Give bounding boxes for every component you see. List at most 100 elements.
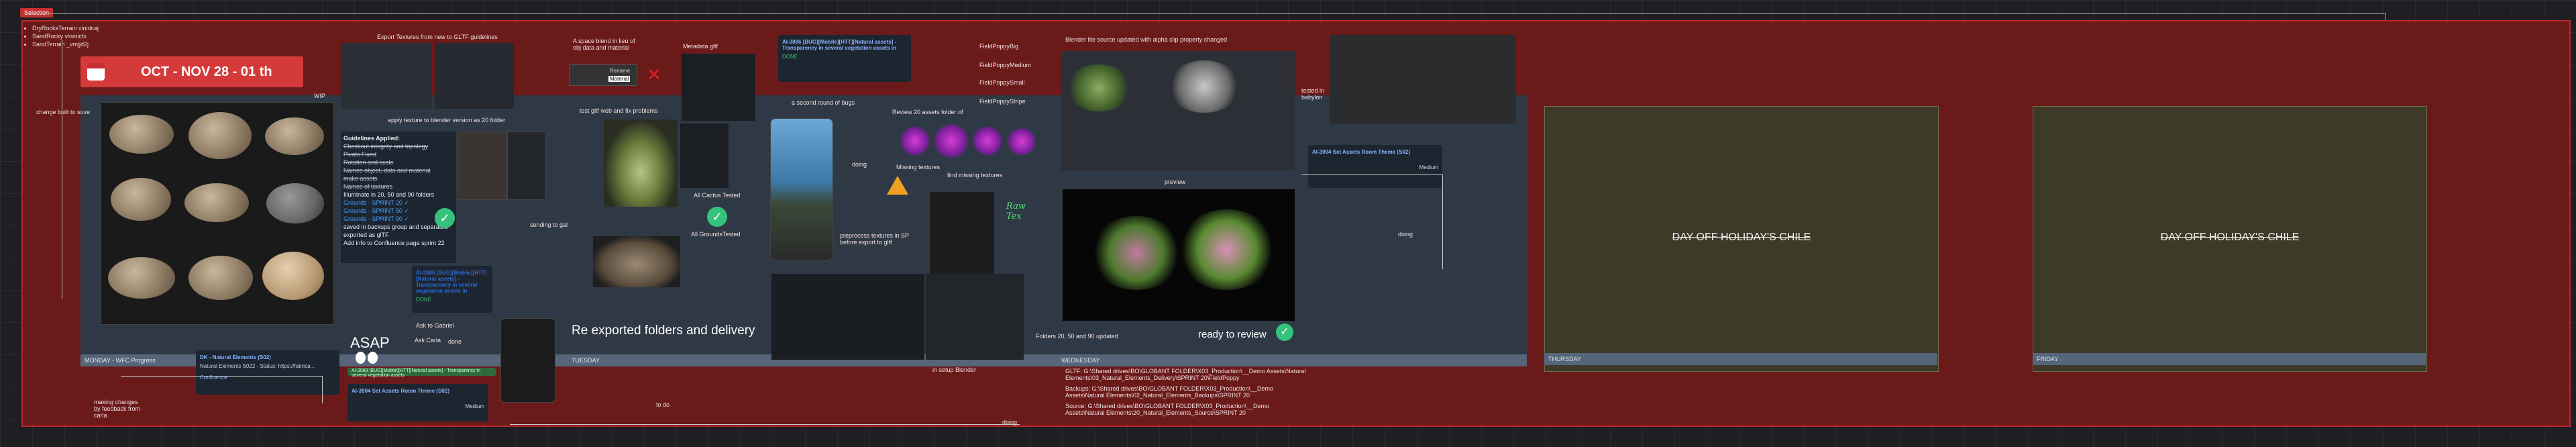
note-wip: WIP xyxy=(314,93,325,99)
poppy-small: FieldPoppySmall xyxy=(979,79,1025,86)
connector xyxy=(1301,175,1443,269)
note-tested-babylon: tested in babylon xyxy=(1301,87,1325,101)
guideline-item: Names of textures xyxy=(343,183,393,190)
holiday-card-thursday[interactable]: DAY OFF HOLIDAY'S CHILE xyxy=(1544,106,1939,372)
asap-label: ASAP xyxy=(350,334,390,351)
ticket-status: DONE xyxy=(416,297,432,303)
set-assets-card-1[interactable]: AI-3904 Set Assets Room Theme (S02) Medi… xyxy=(347,384,488,421)
poppy-render-2 xyxy=(932,123,970,158)
note-all-cactus: All Cactus Tested xyxy=(694,192,741,199)
link-strip[interactable]: AI-3889 [BUG][Mobile][HTT][Natural asset… xyxy=(347,368,496,378)
done-check-icon: ✓ xyxy=(1276,324,1293,341)
material-label[interactable]: Material xyxy=(608,76,631,82)
note-find-missing: find missing textures xyxy=(947,172,1003,179)
rock-texture-grid xyxy=(458,132,507,200)
guideline-item: make assets xyxy=(343,175,378,182)
note-preprocess: preprocess textures in SP before export … xyxy=(840,232,909,246)
done-check-icon: ✓ xyxy=(707,207,727,227)
note-in-setup: in setup Blender xyxy=(932,366,977,373)
note-folders-updated: Folders 20, 50 and 90 updated xyxy=(1036,333,1118,340)
ticket-card-1[interactable]: AI-3886 [BUG][Mobile][HTT][Natural asset… xyxy=(412,266,492,313)
blender-screenshot-2 xyxy=(435,43,514,109)
ticket-title: AI-3886 [BUG][Mobile][HTT][Natural asset… xyxy=(416,270,487,294)
set-assets-title: AI-3904 Set Assets Room Theme (S02) xyxy=(352,388,449,394)
column-thursday-label: THURSDAY xyxy=(1544,353,1937,365)
close-icon: ✕ xyxy=(647,64,661,85)
done-check-icon: ✓ xyxy=(435,208,455,228)
holiday-label: DAY OFF HOLIDAY'S CHILE xyxy=(1672,232,1811,243)
code-panel-2 xyxy=(680,123,729,188)
rock-grid-image xyxy=(101,102,334,325)
poppy-render-4 xyxy=(1006,128,1037,156)
note-ask-carla: Ask Carla xyxy=(415,337,441,344)
ticket-card-2[interactable]: AI-3886 [BUG][Mobile][HTT][Natural asset… xyxy=(778,35,911,82)
path-source: Source: G:\Shared drives\BO\GLOBANT FOLD… xyxy=(1065,403,1269,416)
dk-subtitle: Natural Elements S022 - Status: https://… xyxy=(200,363,315,369)
connector xyxy=(121,376,323,403)
plant-render-top xyxy=(1065,64,1132,111)
poppy-medium: FieldPoppyMedium xyxy=(979,62,1032,68)
note-doing-1: doing xyxy=(852,161,867,168)
note-ask-gabriel: Ask to Gabriel xyxy=(416,322,454,329)
cactus-preview xyxy=(604,119,678,207)
set-assets-priority: Medium xyxy=(465,403,484,409)
note-preview: preview xyxy=(1165,179,1186,185)
babylon-screenshot xyxy=(1330,35,1516,123)
note-review-20: Review 20 assets folder of xyxy=(892,109,963,115)
note-missing-textures: Missing textures xyxy=(896,164,941,170)
note-metadata-gltf: Metadata gltf xyxy=(683,43,718,50)
ticket-title: AI-3886 [BUG][Mobile][HTT][Natural asset… xyxy=(782,39,897,51)
note-blender-source: Blender file source updated with alpha c… xyxy=(1065,36,1228,43)
holiday-card-friday[interactable]: DAY OFF HOLIDAY'S CHILE xyxy=(2033,106,2427,372)
guideline-item: Illuminate in 20, 50 and 90 folders xyxy=(343,191,435,198)
guideline-item: Grounds - SPRINT 20 ✓ xyxy=(343,199,409,206)
calendar-icon xyxy=(87,63,105,81)
path-gltf: GLTF: G:\Shared drives\BO\GLOBANT FOLDER… xyxy=(1065,368,1306,381)
connector xyxy=(510,405,1020,425)
texture-folder-grid xyxy=(930,192,994,277)
guidelines-panel: Guidelines Applied: Checkout integrity a… xyxy=(341,132,456,263)
guideline-item: Rotation and scale xyxy=(343,159,394,166)
note-test-gltf: test gltf web and fix problems xyxy=(580,107,658,114)
column-friday-label: FRIDAY xyxy=(2033,353,2426,365)
exported-delivery-label: Re exported folders and delivery xyxy=(572,324,755,338)
column-friday[interactable]: FRIDAY xyxy=(2033,352,2426,365)
rename-popup[interactable]: Rename Material xyxy=(569,64,637,86)
asset-browser-screenshot xyxy=(926,274,1024,360)
eyes-icon xyxy=(356,352,378,364)
date-banner: OCT - NOV 28 - 01 th xyxy=(80,56,303,87)
guideline-item: Add info to Confluence page sprint 22 xyxy=(343,240,445,246)
poppy-big: FieldPoppyBig xyxy=(979,43,1019,50)
rename-label[interactable]: Rename xyxy=(610,68,630,74)
guideline-item: Names object, data and material xyxy=(343,167,431,174)
metadata-code-panel xyxy=(682,54,755,121)
poppy-render-3 xyxy=(971,126,1004,156)
set-assets-title: AI-3904 Set Assets Room Theme (S02) xyxy=(1312,149,1410,155)
column-thursday[interactable]: THURSDAY xyxy=(1544,352,1937,365)
asset-item: SandRocky vinmicfx xyxy=(32,32,99,40)
note-done: done xyxy=(448,338,462,345)
note-all-grounds: All GroundsTested xyxy=(691,231,741,238)
guideline-item: Pivots Fixed xyxy=(343,151,377,158)
connector xyxy=(62,40,69,299)
set-assets-priority: Medium xyxy=(1419,164,1438,170)
asset-item: DryRocksTerrain vinidcaj xyxy=(32,24,99,32)
note-space-blend: A space blend in lieu of obj data and ma… xyxy=(573,38,635,51)
note-apply-texture: apply texture to blender version as 20 f… xyxy=(388,117,506,123)
phone-preview xyxy=(770,118,833,260)
plant-render-top-2 xyxy=(1167,60,1241,113)
substance-painter-screenshot xyxy=(771,274,924,360)
guideline-item: exported as glTF xyxy=(343,232,389,238)
note-second-round: a second round of bugs xyxy=(792,99,855,106)
path-backups: Backups: G:\Shared drives\BO\GLOBANT FOL… xyxy=(1065,385,1273,399)
poppy-stripe: FieldPoppyStripe xyxy=(979,98,1026,105)
warning-icon xyxy=(887,176,908,195)
blender-panel xyxy=(507,132,546,200)
column-wednesday-label: WEDNESDAY xyxy=(1057,354,1527,366)
ticket-status: DONE xyxy=(782,54,798,60)
mobile-preview xyxy=(500,318,555,403)
holiday-label: DAY OFF HOLIDAY'S CHILE xyxy=(2160,232,2300,243)
rock-preview xyxy=(593,236,680,287)
handwritten-note: Raw Tex xyxy=(1006,201,1026,221)
date-range: OCT - NOV 28 - 01 th xyxy=(141,64,272,79)
